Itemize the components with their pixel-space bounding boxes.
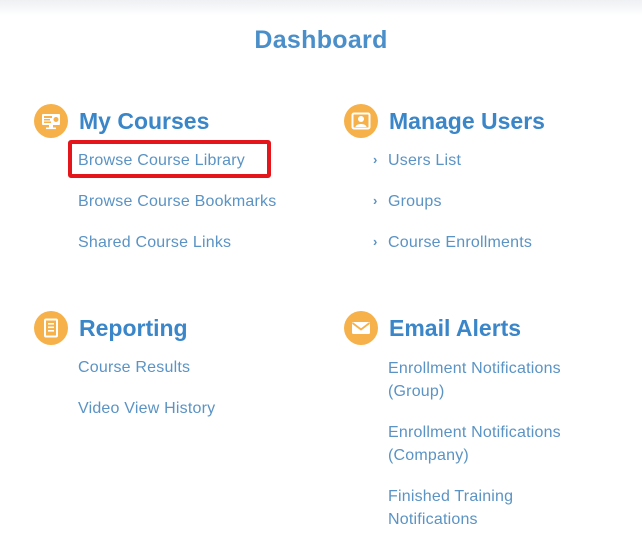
- email-alerts-header: Email Alerts: [344, 311, 521, 345]
- report-document-icon: [34, 311, 68, 345]
- manage-users-title: Manage Users: [389, 107, 545, 134]
- manage-users-header: Manage Users: [344, 104, 545, 138]
- chevron-right-icon: ›: [373, 234, 378, 249]
- groups-link[interactable]: Groups: [388, 193, 442, 211]
- course-enrollments-link[interactable]: Course Enrollments: [388, 234, 532, 252]
- user-badge-icon: [344, 104, 378, 138]
- envelope-icon: [344, 311, 378, 345]
- enrollment-notifications-group-link[interactable]: Enrollment Notifications (Group): [388, 357, 588, 403]
- users-list-link[interactable]: Users List: [388, 152, 461, 170]
- chevron-right-icon: ›: [373, 193, 378, 208]
- page-title: Dashboard: [254, 26, 388, 54]
- reporting-title: Reporting: [79, 314, 188, 341]
- top-shadow: [0, 0, 642, 16]
- reporting-header: Reporting: [34, 311, 188, 345]
- video-view-history-link[interactable]: Video View History: [78, 400, 215, 418]
- course-monitor-icon: [34, 104, 68, 138]
- my-courses-header: My Courses: [34, 104, 209, 138]
- finished-training-notifications-link[interactable]: Finished Training Notifications: [388, 485, 538, 531]
- browse-course-bookmarks-link[interactable]: Browse Course Bookmarks: [78, 193, 276, 211]
- shared-course-links-link[interactable]: Shared Course Links: [78, 234, 231, 252]
- highlight-box: [68, 140, 271, 178]
- my-courses-title: My Courses: [79, 107, 210, 134]
- course-results-link[interactable]: Course Results: [78, 359, 190, 377]
- email-alerts-title: Email Alerts: [389, 314, 522, 341]
- chevron-right-icon: ›: [373, 152, 378, 167]
- enrollment-notifications-company-link[interactable]: Enrollment Notifications (Company): [388, 421, 588, 467]
